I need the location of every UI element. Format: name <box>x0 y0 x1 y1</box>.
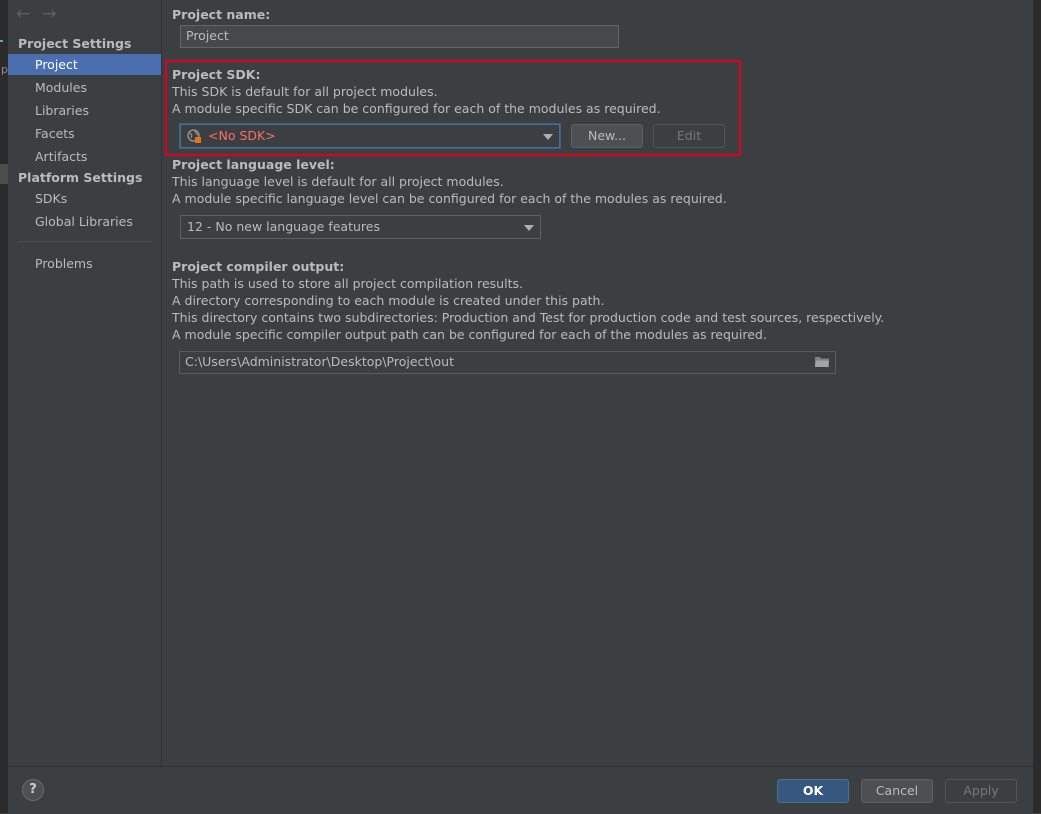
settings-sidebar: ← → Project Settings Project Modules Lib… <box>8 0 162 766</box>
compiler-output-desc-1: This path is used to store all project c… <box>172 276 523 291</box>
project-settings-panel: Project name: Project Project SDK: This … <box>162 0 1033 766</box>
chevron-down-icon <box>543 134 553 140</box>
language-level-value: 12 - No new language features <box>187 219 380 234</box>
sidebar-item-facets[interactable]: Facets <box>8 123 161 144</box>
sidebar-item-artifacts[interactable]: Artifacts <box>8 146 161 167</box>
dialog-footer: ? OK Cancel Apply <box>8 766 1033 814</box>
section-platform-settings: Platform Settings <box>18 170 143 185</box>
edge-selection-band <box>0 164 8 184</box>
sidebar-item-project[interactable]: Project <box>8 54 161 75</box>
sidebar-item-libraries[interactable]: Libraries <box>8 100 161 121</box>
new-sdk-button[interactable]: New... <box>571 124 643 148</box>
project-sdk-label: Project SDK: <box>172 67 261 82</box>
sidebar-item-modules[interactable]: Modules <box>8 77 161 98</box>
no-sdk-text: <No SDK> <box>208 128 276 143</box>
forward-arrow-icon[interactable]: → <box>42 6 56 23</box>
back-arrow-icon[interactable]: ← <box>16 6 30 23</box>
sidebar-item-sdks[interactable]: SDKs <box>8 188 161 209</box>
compiler-output-path: C:\Users\Administrator\Desktop\Project\o… <box>185 354 455 369</box>
project-sdk-dropdown[interactable]: <No SDK> <box>180 124 560 148</box>
compiler-output-label: Project compiler output: <box>172 259 345 274</box>
help-icon[interactable]: ? <box>22 779 44 801</box>
section-project-settings: Project Settings <box>18 36 132 51</box>
cancel-button[interactable]: Cancel <box>861 779 933 803</box>
edge-marker <box>0 40 3 42</box>
chevron-down-icon <box>524 225 534 231</box>
left-window-edge: p <box>0 0 8 813</box>
sidebar-item-global-libraries[interactable]: Global Libraries <box>8 211 161 232</box>
language-level-label: Project language level: <box>172 157 335 172</box>
folder-icon[interactable] <box>815 356 829 367</box>
compiler-output-desc-4: A module specific compiler output path c… <box>172 327 767 342</box>
project-sdk-desc-2: A module specific SDK can be configured … <box>172 101 661 116</box>
nav-arrows: ← → <box>16 6 57 23</box>
language-level-desc-2: A module specific language level can be … <box>172 191 727 206</box>
compiler-output-desc-2: A directory corresponding to each module… <box>172 293 605 308</box>
ok-button[interactable]: OK <box>777 779 849 803</box>
compiler-output-path-field[interactable]: C:\Users\Administrator\Desktop\Project\o… <box>179 351 836 374</box>
sidebar-item-problems[interactable]: Problems <box>8 253 161 274</box>
language-level-desc-1: This language level is default for all p… <box>172 174 504 189</box>
project-name-input[interactable]: Project <box>180 25 619 48</box>
compiler-output-desc-3: This directory contains two subdirectori… <box>172 310 885 325</box>
sdk-globe-icon <box>187 129 201 143</box>
edit-sdk-button[interactable]: Edit <box>653 124 725 148</box>
project-sdk-desc-1: This SDK is default for all project modu… <box>172 84 438 99</box>
apply-button[interactable]: Apply <box>945 779 1017 803</box>
sidebar-divider <box>18 241 153 242</box>
language-level-dropdown[interactable]: 12 - No new language features <box>180 215 541 239</box>
right-window-edge <box>1033 0 1041 813</box>
edge-glyph: p <box>1 63 8 76</box>
project-name-label: Project name: <box>172 7 271 22</box>
